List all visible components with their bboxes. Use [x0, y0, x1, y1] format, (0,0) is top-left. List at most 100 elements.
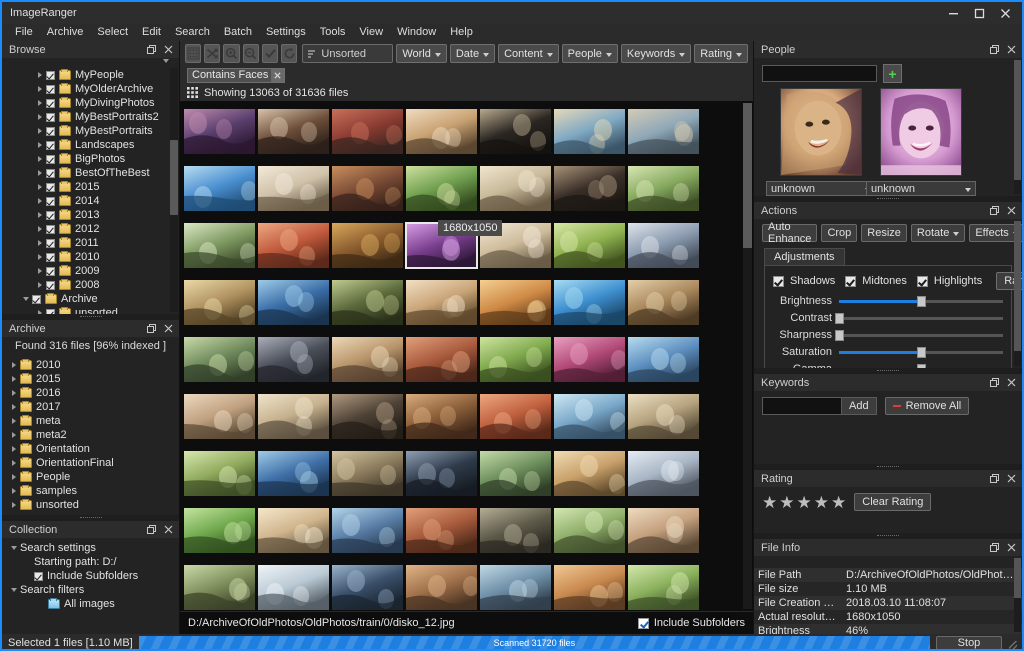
browse-tree-item[interactable]: MyPeople [2, 68, 179, 82]
thumbnail-cell[interactable] [552, 388, 626, 445]
thumbnail-grid[interactable]: 1680x1050 [182, 103, 753, 611]
browse-tree-item[interactable]: 2013 [2, 208, 179, 222]
menu-window[interactable]: Window [390, 24, 443, 41]
rating-star-1[interactable]: ★ [762, 494, 777, 511]
chevron-right-icon[interactable] [8, 443, 20, 455]
thumbnail-cell[interactable] [182, 274, 256, 331]
thumbnail-cell[interactable] [182, 331, 256, 388]
crop-button[interactable]: Crop [821, 224, 858, 242]
browse-tree-item[interactable]: MyOlderArchive [2, 82, 179, 96]
filter-content[interactable]: Content [498, 44, 559, 63]
thumbnail-cell[interactable] [552, 160, 626, 217]
browse-tree-item[interactable]: unsorted [2, 306, 179, 314]
chevron-right-icon[interactable] [34, 69, 46, 81]
folder-checkbox[interactable] [46, 70, 55, 80]
thumbnail-cell[interactable] [552, 502, 626, 559]
thumbnail-cell[interactable] [330, 445, 404, 502]
resize-button[interactable]: Resize [861, 224, 907, 242]
chevron-right-icon[interactable] [34, 97, 46, 109]
actions-close-icon[interactable] [1004, 204, 1018, 218]
actions-float-icon[interactable] [987, 204, 1001, 218]
person-name-input[interactable] [762, 65, 877, 82]
add-person-button[interactable]: + [883, 64, 902, 83]
chevron-right-icon[interactable] [34, 307, 46, 314]
zoom-in-icon[interactable] [223, 44, 240, 63]
menu-file[interactable]: File [8, 24, 40, 41]
thumbnail-cell[interactable] [404, 160, 478, 217]
filter-rating[interactable]: Rating [694, 44, 748, 63]
thumbnail-cell[interactable] [330, 502, 404, 559]
chevron-right-icon[interactable] [34, 125, 46, 137]
actions-scrollbar[interactable] [1014, 221, 1021, 366]
archive-tree-item[interactable]: OrientationFinal [2, 456, 179, 470]
slider-handle[interactable] [917, 295, 926, 307]
slider-brightness[interactable] [839, 295, 1003, 307]
folder-checkbox[interactable] [46, 196, 55, 206]
archive-tree-item[interactable]: meta2 [2, 428, 179, 442]
browse-tree-item[interactable]: 2009 [2, 264, 179, 278]
thumbnail-cell[interactable] [182, 502, 256, 559]
folder-checkbox[interactable] [46, 168, 55, 178]
chevron-right-icon[interactable] [34, 139, 46, 151]
thumbnail-cell[interactable] [404, 103, 478, 160]
browse-tree-item[interactable]: BestOfTheBest [2, 166, 179, 180]
collection-item[interactable]: Include Subfolders [6, 569, 179, 583]
thumbnail-cell[interactable] [626, 217, 700, 274]
thumbnail-cell[interactable] [552, 274, 626, 331]
menu-archive[interactable]: Archive [40, 24, 91, 41]
chevron-right-icon[interactable] [34, 181, 46, 193]
people-close-icon[interactable] [1004, 43, 1018, 57]
fileinfo-scrollbar[interactable] [1014, 558, 1021, 632]
grid-scrollbar[interactable] [743, 103, 752, 609]
chevron-right-icon[interactable] [8, 499, 20, 511]
archive-close-icon[interactable] [161, 322, 175, 336]
chevron-right-icon[interactable] [8, 359, 20, 371]
browse-tree-item[interactable]: BigPhotos [2, 152, 179, 166]
chevron-right-icon[interactable] [34, 237, 46, 249]
thumbnail-cell[interactable] [256, 502, 330, 559]
collection-float-icon[interactable] [144, 523, 158, 537]
thumbnail-cell[interactable] [478, 331, 552, 388]
include-subfolders-checkbox[interactable] [637, 617, 649, 629]
folder-checkbox[interactable] [46, 140, 55, 150]
people-float-icon[interactable] [987, 43, 1001, 57]
menu-search[interactable]: Search [168, 24, 217, 41]
check-icon[interactable] [261, 44, 279, 63]
stop-button[interactable]: Stop [936, 635, 1002, 649]
thumbnail-cell[interactable] [182, 103, 256, 160]
archive-tree-item[interactable]: People [2, 470, 179, 484]
folder-checkbox[interactable] [46, 308, 55, 314]
sort-dropdown[interactable]: Unsorted [302, 44, 394, 63]
thumbnail-cell[interactable] [330, 274, 404, 331]
archive-tree-item[interactable]: samples [2, 484, 179, 498]
minimize-button[interactable] [940, 3, 966, 23]
rating-float-icon[interactable] [987, 472, 1001, 486]
tab-adjustments[interactable]: Adjustments [764, 248, 845, 265]
thumbnail-cell[interactable] [182, 217, 256, 274]
thumbnail-cell[interactable] [626, 274, 700, 331]
clear-rating-button[interactable]: Clear Rating [854, 493, 932, 511]
face-name-select[interactable]: unknown [766, 181, 876, 196]
face-name-select[interactable]: unknown [866, 181, 976, 196]
rating-star-4[interactable]: ★ [814, 494, 829, 511]
include-subfolders-checkbox[interactable] [34, 571, 43, 581]
menu-view[interactable]: View [352, 24, 390, 41]
thumbnail-cell[interactable] [478, 445, 552, 502]
grid-view-icon[interactable] [185, 44, 202, 63]
chevron-right-icon[interactable] [8, 457, 20, 469]
chevron-down-icon[interactable] [163, 59, 169, 63]
chevron-right-icon[interactable] [34, 153, 46, 165]
thumbnail-cell[interactable] [330, 103, 404, 160]
thumbnail-cell[interactable] [626, 445, 700, 502]
thumbnail-cell[interactable] [626, 160, 700, 217]
collection-tree[interactable]: Search settings Starting path: D:/ Include… [2, 538, 179, 611]
folder-checkbox[interactable] [46, 126, 55, 136]
slider-handle[interactable] [917, 363, 926, 368]
thumbnail-cell[interactable] [330, 388, 404, 445]
menu-batch[interactable]: Batch [217, 24, 259, 41]
chevron-right-icon[interactable] [34, 279, 46, 291]
folder-checkbox[interactable] [46, 252, 55, 262]
chevron-right-icon[interactable] [8, 415, 20, 427]
keywords-float-icon[interactable] [987, 376, 1001, 390]
thumbnail-cell[interactable] [256, 103, 330, 160]
